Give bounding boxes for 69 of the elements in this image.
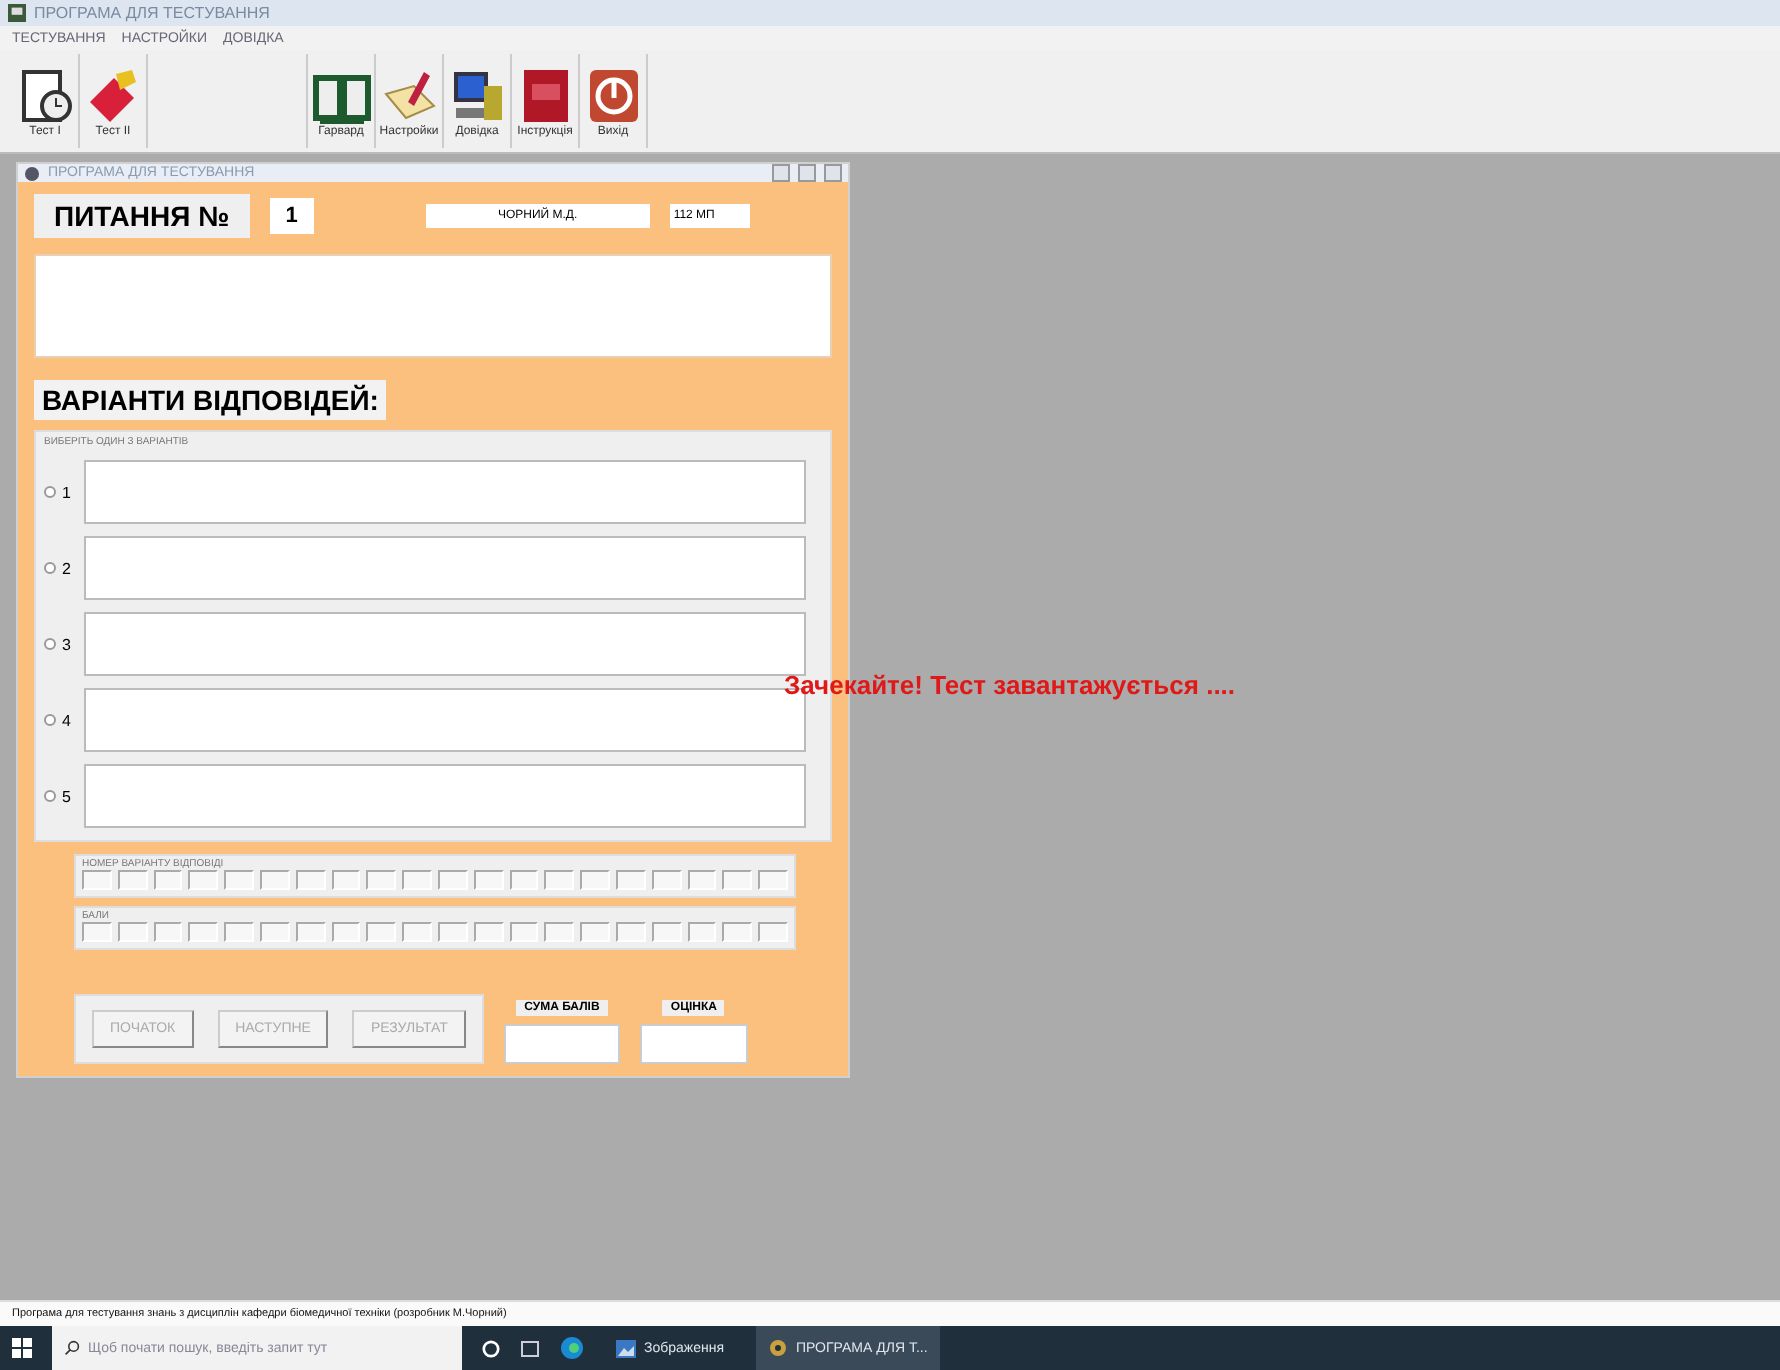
window-title: ПРОГРАМА ДЛЯ ТЕСТУВАННЯ [34, 4, 270, 22]
checkbox[interactable] [366, 870, 397, 890]
question-number: 1 [269, 198, 314, 234]
answer-number: 2 [62, 559, 73, 577]
checkbox[interactable] [615, 922, 646, 942]
checkbox[interactable] [651, 870, 682, 890]
checkbox[interactable] [687, 922, 717, 942]
answer-number: 4 [62, 711, 73, 729]
checkbox[interactable] [544, 922, 575, 942]
circle-icon[interactable] [482, 1339, 500, 1357]
checkbox[interactable] [437, 922, 468, 942]
checkbox[interactable] [473, 922, 504, 942]
answer-number: 1 [62, 483, 73, 501]
minimize-button[interactable] [772, 164, 790, 182]
checkbox[interactable] [224, 870, 254, 890]
checkbox[interactable] [580, 922, 610, 942]
checkbox[interactable] [117, 922, 148, 942]
windows-start-icon[interactable] [12, 1338, 32, 1358]
answer-number: 3 [62, 635, 73, 653]
checkbox[interactable] [331, 922, 361, 942]
checkbox[interactable] [544, 870, 575, 890]
loading-message: Зачекайте! Тест завантажується .... [784, 670, 1236, 700]
checkbox[interactable] [651, 922, 682, 942]
checkbox[interactable] [509, 922, 539, 942]
checkbox[interactable] [722, 922, 753, 942]
checkbox[interactable] [758, 922, 788, 942]
checkbox[interactable] [366, 922, 397, 942]
maximize-button[interactable] [798, 164, 816, 182]
checkbox[interactable] [259, 922, 290, 942]
score-field [503, 1024, 620, 1064]
radio-button[interactable] [44, 562, 56, 574]
checkbox[interactable] [188, 922, 219, 942]
checkbox[interactable] [473, 870, 504, 890]
radio-button[interactable] [44, 486, 56, 498]
checkbox[interactable] [82, 922, 112, 942]
task-view-icon[interactable] [520, 1339, 540, 1357]
checkbox[interactable] [722, 870, 753, 890]
radio-button[interactable] [44, 790, 56, 802]
checkbox[interactable] [259, 870, 290, 890]
answers-heading: ВАРІАНТИ ВІДПОВІДЕЙ: [34, 380, 387, 420]
checkbox[interactable] [188, 870, 219, 890]
checkbox[interactable] [117, 870, 148, 890]
browser-icon[interactable] [560, 1336, 584, 1360]
checkbox[interactable] [758, 870, 788, 890]
question-label: ПИТАННЯ № [34, 194, 250, 238]
search-icon [64, 1340, 80, 1356]
app-icon [8, 4, 26, 22]
answer-number: 5 [62, 787, 73, 805]
checkbox[interactable] [509, 870, 539, 890]
checkbox[interactable] [153, 870, 183, 890]
grade-field [639, 1024, 748, 1064]
radio-button[interactable] [44, 714, 56, 726]
checkbox[interactable] [437, 870, 468, 890]
gear-icon [768, 1338, 789, 1358]
close-button[interactable] [824, 164, 842, 182]
image-icon [616, 1339, 636, 1357]
checkbox[interactable] [295, 922, 326, 942]
checkbox[interactable] [402, 922, 432, 942]
checkbox[interactable] [580, 870, 610, 890]
window-icon [24, 165, 40, 181]
checkbox[interactable] [331, 870, 361, 890]
checkbox[interactable] [615, 870, 646, 890]
checkbox[interactable] [295, 870, 326, 890]
checkbox[interactable] [82, 870, 112, 890]
checkbox[interactable] [224, 922, 254, 942]
checkbox[interactable] [687, 870, 717, 890]
checkbox[interactable] [402, 870, 432, 890]
checkbox[interactable] [153, 922, 183, 942]
radio-button[interactable] [44, 638, 56, 650]
